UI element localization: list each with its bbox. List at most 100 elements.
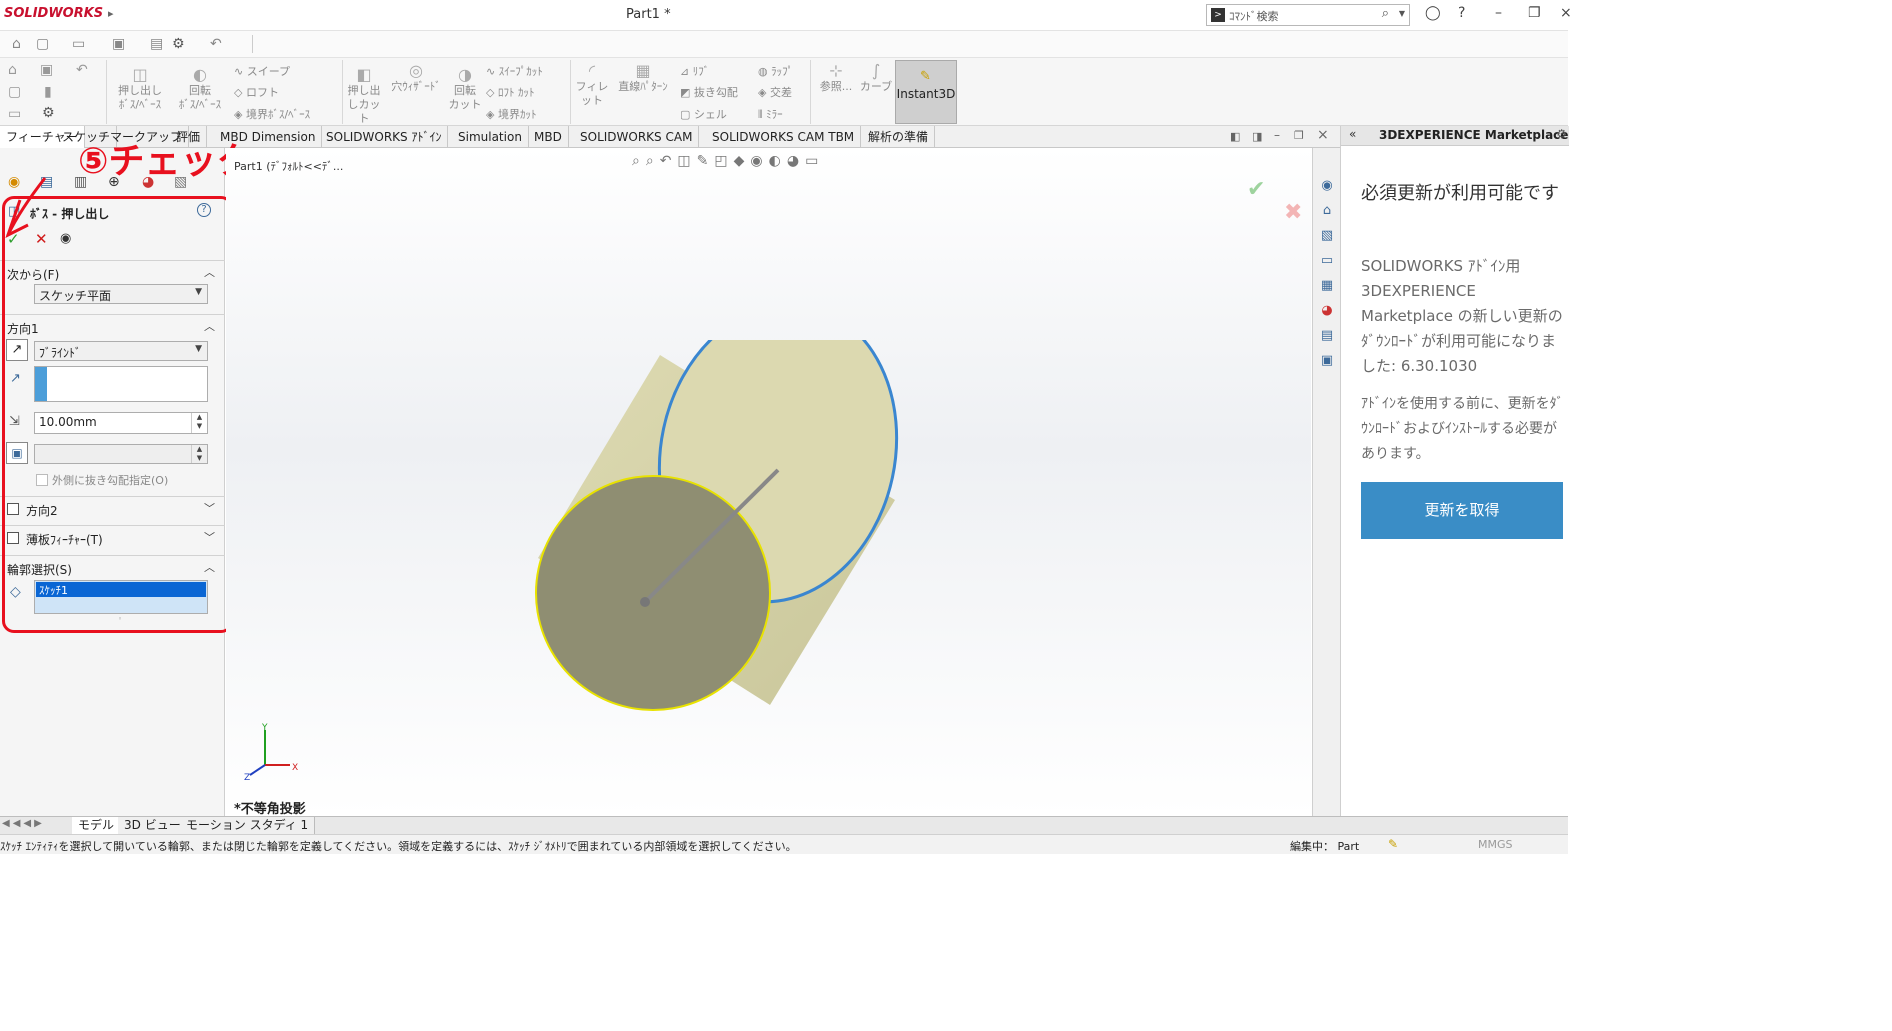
feature-tree-flyout[interactable]: Part1 (ﾃﾞﾌｫﾙﾄ<<ﾃﾞ... bbox=[234, 158, 343, 174]
fillet-button[interactable]: ◜ フィレット bbox=[572, 63, 612, 108]
menu-expand-icon[interactable]: ▸ bbox=[108, 7, 114, 20]
forum-icon[interactable]: ▣ bbox=[1319, 353, 1335, 369]
loft-label: ロフト bbox=[245, 86, 279, 99]
revolve-boss-button[interactable]: ◐ 回転 ﾎﾞｽ/ﾍﾞｰｽ bbox=[172, 67, 228, 112]
options-gear-icon[interactable]: ⚙ bbox=[172, 36, 185, 52]
user-icon[interactable]: ◯ bbox=[1425, 5, 1441, 21]
dynamic-annotation-icon[interactable]: ✎ bbox=[697, 153, 715, 169]
revolve-cut-button[interactable]: ◑ 回転 カット bbox=[446, 67, 484, 112]
new-document-icon[interactable]: ▢ bbox=[36, 36, 49, 52]
instant3d-toggle[interactable]: ✎ Instant3D bbox=[895, 60, 957, 124]
home-icon[interactable]: ⌂ bbox=[8, 62, 17, 78]
undo-icon[interactable]: ↶ bbox=[210, 36, 222, 52]
appearances-icon[interactable]: ◕ bbox=[1319, 303, 1335, 319]
tab-mbd[interactable]: MBD bbox=[528, 126, 569, 148]
zoom-to-fit-icon[interactable]: ⌕ bbox=[632, 153, 646, 169]
command-search-input[interactable]: > ｺﾏﾝﾄﾞ検索 ⌕ ▼ bbox=[1206, 4, 1410, 26]
heads-up-view-toolbar[interactable]: ⌕⌕↶◫✎◰◆◉◐◕▭ bbox=[632, 153, 824, 169]
intersect-button[interactable]: ◈ 交差 bbox=[758, 84, 792, 100]
collapse-panel-icon[interactable]: « bbox=[1349, 127, 1356, 141]
solidworks-logo[interactable]: SOLIDWORKS bbox=[4, 6, 103, 21]
tab-scroll-arrows[interactable]: ◀◀◀▶ bbox=[2, 818, 45, 829]
tab-3d-views[interactable]: 3D ビュー bbox=[118, 817, 188, 834]
options-gear-icon[interactable]: ⚙ bbox=[42, 105, 55, 121]
cylinder-model[interactable] bbox=[520, 340, 920, 720]
sweep-button[interactable]: ∿ スイープ bbox=[234, 63, 290, 79]
apply-scene-icon[interactable]: ◕ bbox=[787, 153, 805, 169]
boundary-boss-button[interactable]: ◈ 境界ﾎﾞｽ/ﾍﾞｰｽ bbox=[234, 106, 310, 122]
view-orientation-icon[interactable]: ◰ bbox=[714, 153, 733, 169]
confirmation-accept-icon[interactable]: ✔ bbox=[1247, 177, 1265, 202]
tab-model[interactable]: モデル bbox=[72, 817, 122, 834]
save-icon[interactable]: ▣ bbox=[112, 36, 125, 52]
display-style-icon[interactable]: ◆ bbox=[734, 153, 751, 169]
update-instructions: ｱﾄﾞｲﾝを使用する前に、更新をﾀﾞｳﾝﾛｰﾄﾞおよびｲﾝｽﾄｰﾙする必要があり… bbox=[1361, 396, 1564, 462]
restore-doc-icon[interactable]: ❐ bbox=[1294, 129, 1304, 142]
draft-button[interactable]: ◩ 抜き勾配 bbox=[680, 84, 738, 100]
linear-pattern-button[interactable]: ▦ 直線ﾊﾟﾀｰﾝ bbox=[612, 61, 674, 94]
close-doc-icon[interactable]: × bbox=[1317, 127, 1329, 143]
rib-button[interactable]: ⊿ ﾘﾌﾞ bbox=[680, 63, 709, 79]
file-explorer-icon[interactable]: ▭ bbox=[1319, 253, 1335, 269]
rebuild-status-icon[interactable]: ✎ bbox=[1388, 837, 1398, 851]
curves-label: カーブ bbox=[859, 80, 893, 93]
design-library-icon[interactable]: ▧ bbox=[1319, 228, 1335, 244]
view-palette-icon[interactable]: ▦ bbox=[1319, 278, 1335, 294]
hole-wizard-button[interactable]: ◎ 穴ｳｨｻﾞｰﾄﾞ bbox=[388, 63, 444, 94]
tab-solidworks-cam[interactable]: SOLIDWORKS CAM bbox=[574, 126, 700, 148]
extrude-boss-button[interactable]: ◫ 押し出し ﾎﾞｽ/ﾍﾞｰｽ bbox=[112, 67, 168, 112]
sweep-label: スイープ bbox=[246, 65, 291, 78]
mirror-button[interactable]: ⫴ ﾐﾗｰ bbox=[758, 106, 783, 122]
restore-icon[interactable]: ❐ bbox=[1528, 5, 1541, 21]
linear-pattern-icon: ▦ bbox=[635, 61, 651, 80]
wrap-button[interactable]: ◍ ﾗｯﾌﾟ bbox=[758, 63, 793, 79]
tab-motion-study[interactable]: モーション スタディ 1 bbox=[180, 817, 316, 834]
section-view-icon[interactable]: ◫ bbox=[677, 153, 696, 169]
open-folder-icon[interactable]: ▭ bbox=[72, 36, 85, 52]
loft-button[interactable]: ◇ ロフト bbox=[234, 84, 279, 100]
shell-button[interactable]: ▢ シェル bbox=[680, 106, 727, 122]
tab-solidworks-cam-tbm[interactable]: SOLIDWORKS CAM TBM bbox=[706, 126, 862, 148]
close-icon[interactable]: × bbox=[1560, 5, 1572, 21]
minimize-icon[interactable]: – bbox=[1495, 5, 1502, 21]
hide-show-icon[interactable]: ◉ bbox=[750, 153, 768, 169]
boundary-cut-button[interactable]: ◈ 境界ｶｯﾄ bbox=[486, 106, 536, 122]
confirmation-reject-icon[interactable]: ✖ bbox=[1284, 200, 1302, 225]
tab-simulation-prep[interactable]: 解析の準備 bbox=[862, 126, 936, 148]
open-folder-icon[interactable]: ▭ bbox=[8, 106, 21, 122]
loft-cut-button[interactable]: ◇ ﾛﾌﾄ ｶｯﾄ bbox=[486, 84, 534, 100]
unit-system[interactable]: MMGS bbox=[1478, 838, 1513, 851]
ribbon-divider bbox=[342, 60, 343, 124]
panel-left-icon[interactable]: ◧ bbox=[1230, 130, 1240, 143]
custom-properties-icon[interactable]: ▤ bbox=[1319, 328, 1335, 344]
arrow-handle[interactable] bbox=[640, 597, 650, 607]
zoom-to-area-icon[interactable]: ⌕ bbox=[646, 153, 660, 169]
tab-simulation[interactable]: Simulation bbox=[452, 126, 529, 148]
curves-button[interactable]: ∫ カーブ bbox=[858, 63, 894, 94]
marketplace-title: 3DEXPERIENCE Marketplace bbox=[1379, 128, 1569, 142]
save-icon[interactable]: ▣ bbox=[40, 62, 53, 78]
minimize-doc-icon[interactable]: – bbox=[1274, 128, 1280, 142]
swept-cut-label: ｽｲｰﾌﾟｶｯﾄ bbox=[498, 65, 543, 78]
print-icon[interactable]: ▤ bbox=[150, 36, 163, 52]
reference-geometry-button[interactable]: ⊹ 参照... bbox=[814, 63, 858, 94]
boundary-cut-label: 境界ｶｯﾄ bbox=[497, 108, 537, 121]
edit-appearance-icon[interactable]: ◐ bbox=[769, 153, 787, 169]
undo-icon[interactable]: ↶ bbox=[76, 62, 88, 78]
home-icon[interactable]: ⌂ bbox=[1319, 203, 1335, 219]
home-icon[interactable]: ⌂ bbox=[12, 36, 21, 52]
3dexperience-icon[interactable]: ◉ bbox=[1319, 178, 1335, 194]
panel-right-icon[interactable]: ◨ bbox=[1252, 130, 1262, 143]
search-icon[interactable]: ⌕ bbox=[1382, 6, 1389, 21]
rebuild-icon[interactable]: ▮ bbox=[44, 84, 52, 100]
ribbon-divider bbox=[810, 60, 811, 124]
swept-cut-button[interactable]: ∿ ｽｲｰﾌﾟｶｯﾄ bbox=[486, 63, 543, 79]
previous-view-icon[interactable]: ↶ bbox=[660, 153, 678, 169]
view-settings-icon[interactable]: ▭ bbox=[805, 153, 824, 169]
extrude-cut-button[interactable]: ◧ 押し出 しカット bbox=[344, 67, 384, 126]
search-dropdown-icon[interactable]: ▼ bbox=[1399, 9, 1405, 18]
get-update-button[interactable]: 更新を取得 bbox=[1361, 482, 1563, 539]
help-icon[interactable]: ? bbox=[1458, 5, 1465, 21]
gear-icon[interactable]: ⚙ bbox=[1556, 127, 1567, 141]
new-document-icon[interactable]: ▢ bbox=[8, 84, 21, 100]
